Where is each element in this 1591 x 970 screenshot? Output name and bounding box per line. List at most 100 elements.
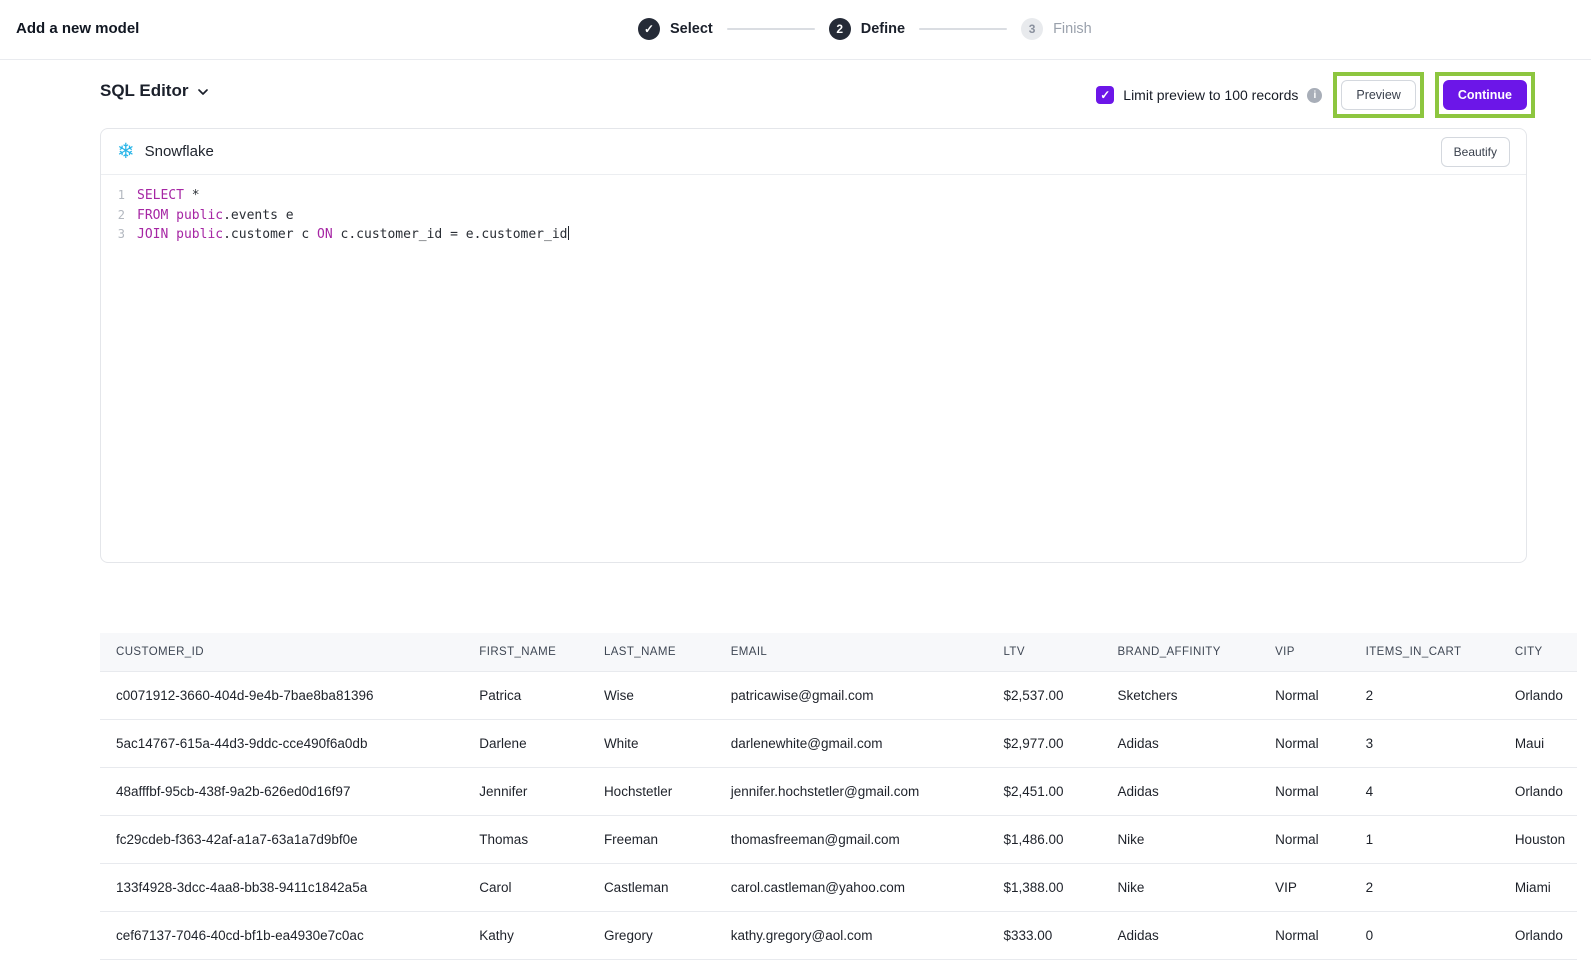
table-cell: Freeman [588,815,715,863]
line-number: 2 [101,206,125,226]
table-cell: Jennifer [463,767,588,815]
editor-type-label: SQL Editor [100,81,188,101]
editor-type-dropdown[interactable]: SQL Editor [100,81,209,101]
table-cell: patricawise@gmail.com [715,671,988,719]
table-cell: Houston [1499,815,1577,863]
table-cell: darlenewhite@gmail.com [715,719,988,767]
column-header: LAST_NAME [588,633,715,671]
stepper-step-finish: 3 Finish [1021,18,1092,40]
table-cell: $1,388.00 [987,863,1101,911]
preview-highlight-box: Preview [1333,72,1423,119]
continue-button[interactable]: Continue [1443,80,1527,111]
table-cell: $2,977.00 [987,719,1101,767]
table-cell: 1 [1350,815,1499,863]
stepper-step-select: ✓ Select [638,18,713,40]
table-cell: fc29cdeb-f363-42af-a1a7-63a1a7d9bf0e [100,815,463,863]
stepper-connector [727,28,815,30]
table-cell: Darlene [463,719,588,767]
snowflake-icon: ❄ [117,141,135,162]
source-name: Snowflake [145,143,214,160]
table-cell: $2,537.00 [987,671,1101,719]
table-cell: c0071912-3660-404d-9e4b-7bae8ba81396 [100,671,463,719]
table-cell: Nike [1101,863,1259,911]
table-cell: Hochstetler [588,767,715,815]
table-cell: 5ac14767-615a-44d3-9ddc-cce490f6a0db [100,719,463,767]
toolbar-right-controls: ✓ Limit preview to 100 records i Preview… [1096,71,1535,119]
info-icon[interactable]: i [1307,88,1322,103]
table-cell: carol.castleman@yahoo.com [715,863,988,911]
table-cell: Normal [1259,815,1350,863]
step-label: Select [670,21,713,37]
table-cell: White [588,719,715,767]
code-line: 3JOIN public.customer c ON c.customer_id… [101,225,1526,245]
preview-button[interactable]: Preview [1341,80,1415,111]
table-cell: 0 [1350,911,1499,959]
table-row: 133f4928-3dcc-4aa8-bb38-9411c1842a5aCaro… [100,863,1577,911]
table-cell: Nike [1101,815,1259,863]
table-cell: Normal [1259,671,1350,719]
table-row: cef67137-7046-40cd-bf1b-ea4930e7c0acKath… [100,911,1577,959]
line-number: 1 [101,186,125,206]
table-cell: Normal [1259,719,1350,767]
limit-preview-checkbox-row[interactable]: ✓ Limit preview to 100 records i [1096,86,1322,104]
table-cell: kathy.gregory@aol.com [715,911,988,959]
table-cell: Orlando [1499,671,1577,719]
page-title: Add a new model [16,20,139,37]
line-number: 3 [101,225,125,245]
step-label: Finish [1053,21,1092,37]
sql-code-editor[interactable]: 1 SELECT * 2 FROM public.events e3JOIN publ… [101,175,1526,245]
table-body: c0071912-3660-404d-9e4b-7bae8ba81396Patr… [100,671,1577,959]
top-bar: Add a new model ✓ Select 2Define 3 Finish [0,0,1591,60]
table-cell: 133f4928-3dcc-4aa8-bb38-9411c1842a5a [100,863,463,911]
column-header: LTV [987,633,1101,671]
code-text: FROM public.events e [137,206,294,226]
table-cell: Patrica [463,671,588,719]
editor-header: ❄ Snowflake Beautify [101,129,1526,175]
table-cell: VIP [1259,863,1350,911]
step-number: 3 [1021,18,1043,40]
beautify-button[interactable]: Beautify [1441,137,1510,167]
table-cell: Orlando [1499,911,1577,959]
continue-highlight-box: Continue [1435,72,1535,119]
table-row: fc29cdeb-f363-42af-a1a7-63a1a7d9bf0eThom… [100,815,1577,863]
table-cell: Castleman [588,863,715,911]
code-text: SELECT * [137,186,200,206]
table-cell: Thomas [463,815,588,863]
step-label: Define [861,21,905,37]
column-header: VIP [1259,633,1350,671]
table-cell: 2 [1350,671,1499,719]
chevron-down-icon [197,86,209,98]
column-header: BRAND_AFFINITY [1101,633,1259,671]
check-icon: ✓ [638,18,660,40]
table-cell: Normal [1259,767,1350,815]
limit-preview-label: Limit preview to 100 records [1123,87,1298,103]
column-header: ITEMS_IN_CART [1350,633,1499,671]
stepper: ✓ Select 2Define 3 Finish [638,18,1092,40]
code-line: 2 FROM public.events e [101,206,1526,226]
column-header: CUSTOMER_ID [100,633,463,671]
table-cell: jennifer.hochstetler@gmail.com [715,767,988,815]
stepper-step-define: 2Define [829,18,905,40]
code-line: 1 SELECT * [101,186,1526,206]
limit-preview-checkbox[interactable]: ✓ [1096,86,1114,104]
table-cell: 48afffbf-95cb-438f-9a2b-626ed0d16f97 [100,767,463,815]
table-cell: Kathy [463,911,588,959]
table-cell: Gregory [588,911,715,959]
table-row: 48afffbf-95cb-438f-9a2b-626ed0d16f97Jenn… [100,767,1577,815]
column-header: CITY [1499,633,1577,671]
table-cell: Orlando [1499,767,1577,815]
table-cell: Adidas [1101,767,1259,815]
column-header: FIRST_NAME [463,633,588,671]
table-cell: Wise [588,671,715,719]
table-cell: Miami [1499,863,1577,911]
text-cursor [568,226,569,240]
table-cell: Sketchers [1101,671,1259,719]
table-cell: Adidas [1101,911,1259,959]
table-cell: $333.00 [987,911,1101,959]
table-cell: cef67137-7046-40cd-bf1b-ea4930e7c0ac [100,911,463,959]
table-row: 5ac14767-615a-44d3-9ddc-cce490f6a0dbDarl… [100,719,1577,767]
table-cell: $1,486.00 [987,815,1101,863]
table-cell: 4 [1350,767,1499,815]
table-cell: 2 [1350,863,1499,911]
table-row: c0071912-3660-404d-9e4b-7bae8ba81396Patr… [100,671,1577,719]
